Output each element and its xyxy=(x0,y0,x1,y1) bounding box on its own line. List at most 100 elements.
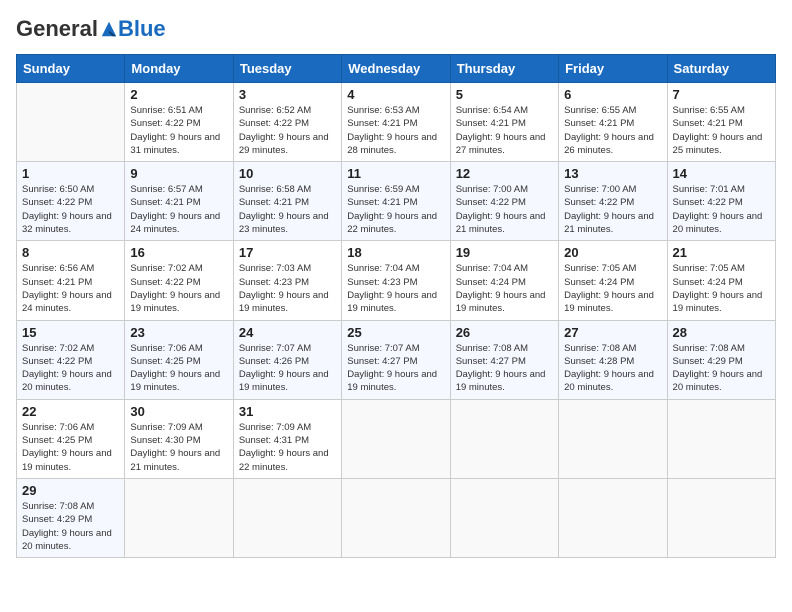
calendar-cell: 11 Sunrise: 6:59 AMSunset: 4:21 PMDayligh… xyxy=(342,162,450,241)
calendar-cell: 16 Sunrise: 7:02 AMSunset: 4:22 PMDayligh… xyxy=(125,241,233,320)
day-number: 30 xyxy=(130,404,227,419)
calendar-cell: 25 Sunrise: 7:07 AMSunset: 4:27 PMDayligh… xyxy=(342,320,450,399)
calendar-cell: 10Sunrise: 6:58 AMSunset: 4:21 PMDayligh… xyxy=(233,162,341,241)
calendar-cell: 7 Sunrise: 6:55 AMSunset: 4:21 PMDaylight… xyxy=(667,83,775,162)
day-info: Sunrise: 7:03 AMSunset: 4:23 PMDaylight:… xyxy=(239,262,336,315)
day-number: 12 xyxy=(456,166,553,181)
calendar-cell xyxy=(342,399,450,478)
day-number: 31 xyxy=(239,404,336,419)
calendar-cell: 15 Sunrise: 7:02 AMSunset: 4:22 PMDayligh… xyxy=(17,320,125,399)
day-info: Sunrise: 7:05 AMSunset: 4:24 PMDaylight:… xyxy=(673,262,770,315)
day-number: 19 xyxy=(456,245,553,260)
day-number: 10 xyxy=(239,166,336,181)
day-info: Sunrise: 6:52 AMSunset: 4:22 PMDaylight:… xyxy=(239,104,336,157)
day-number: 29 xyxy=(22,483,119,498)
calendar-cell: 30 Sunrise: 7:09 AMSunset: 4:30 PMDayligh… xyxy=(125,399,233,478)
day-info: Sunrise: 6:59 AMSunset: 4:21 PMDaylight:… xyxy=(347,183,444,236)
day-info: Sunrise: 6:56 AMSunset: 4:21 PMDaylight:… xyxy=(22,262,119,315)
weekday-header: Sunday xyxy=(17,55,125,83)
calendar-cell xyxy=(125,478,233,557)
weekday-header: Monday xyxy=(125,55,233,83)
calendar-cell: 18 Sunrise: 7:04 AMSunset: 4:23 PMDayligh… xyxy=(342,241,450,320)
calendar-cell: 20Sunrise: 7:05 AMSunset: 4:24 PMDayligh… xyxy=(559,241,667,320)
day-info: Sunrise: 7:04 AMSunset: 4:24 PMDaylight:… xyxy=(456,262,553,315)
calendar-cell: 19 Sunrise: 7:04 AMSunset: 4:24 PMDayligh… xyxy=(450,241,558,320)
logo-icon xyxy=(100,20,118,38)
calendar-cell xyxy=(667,478,775,557)
weekday-header: Wednesday xyxy=(342,55,450,83)
weekday-header: Saturday xyxy=(667,55,775,83)
calendar-cell: 4 Sunrise: 6:53 AMSunset: 4:21 PMDaylight… xyxy=(342,83,450,162)
calendar-cell: 21 Sunrise: 7:05 AMSunset: 4:24 PMDayligh… xyxy=(667,241,775,320)
logo: General Blue xyxy=(16,16,166,42)
day-info: Sunrise: 7:07 AMSunset: 4:26 PMDaylight:… xyxy=(239,342,336,395)
day-number: 11 xyxy=(347,166,444,181)
calendar-week-row: 1Sunrise: 6:50 AMSunset: 4:22 PMDaylight… xyxy=(17,162,776,241)
day-number: 15 xyxy=(22,325,119,340)
calendar-week-row: 22Sunrise: 7:06 AMSunset: 4:25 PMDayligh… xyxy=(17,399,776,478)
day-info: Sunrise: 7:02 AMSunset: 4:22 PMDaylight:… xyxy=(22,342,119,395)
day-info: Sunrise: 6:54 AMSunset: 4:21 PMDaylight:… xyxy=(456,104,553,157)
day-number: 22 xyxy=(22,404,119,419)
calendar-week-row: 15 Sunrise: 7:02 AMSunset: 4:22 PMDayligh… xyxy=(17,320,776,399)
logo-blue: Blue xyxy=(118,16,166,42)
day-info: Sunrise: 6:53 AMSunset: 4:21 PMDaylight:… xyxy=(347,104,444,157)
day-number: 28 xyxy=(673,325,770,340)
day-info: Sunrise: 7:02 AMSunset: 4:22 PMDaylight:… xyxy=(130,262,227,315)
weekday-header: Friday xyxy=(559,55,667,83)
calendar-cell: 1Sunrise: 6:50 AMSunset: 4:22 PMDaylight… xyxy=(17,162,125,241)
day-info: Sunrise: 7:09 AMSunset: 4:30 PMDaylight:… xyxy=(130,421,227,474)
page-header: General Blue xyxy=(16,16,776,42)
calendar-cell xyxy=(342,478,450,557)
day-number: 21 xyxy=(673,245,770,260)
day-number: 13 xyxy=(564,166,661,181)
calendar-cell xyxy=(667,399,775,478)
calendar-cell xyxy=(233,478,341,557)
day-number: 6 xyxy=(564,87,661,102)
calendar-cell: 13Sunrise: 7:00 AMSunset: 4:22 PMDayligh… xyxy=(559,162,667,241)
calendar-cell: 8 Sunrise: 6:56 AMSunset: 4:21 PMDaylight… xyxy=(17,241,125,320)
day-number: 7 xyxy=(673,87,770,102)
calendar-cell: 24Sunrise: 7:07 AMSunset: 4:26 PMDayligh… xyxy=(233,320,341,399)
day-number: 16 xyxy=(130,245,227,260)
day-number: 23 xyxy=(130,325,227,340)
calendar-cell xyxy=(450,399,558,478)
day-number: 14 xyxy=(673,166,770,181)
day-number: 2 xyxy=(130,87,227,102)
calendar-week-row: 8 Sunrise: 6:56 AMSunset: 4:21 PMDaylight… xyxy=(17,241,776,320)
calendar-cell: 17 Sunrise: 7:03 AMSunset: 4:23 PMDayligh… xyxy=(233,241,341,320)
day-number: 4 xyxy=(347,87,444,102)
logo-general: General xyxy=(16,16,98,42)
calendar-cell: 22Sunrise: 7:06 AMSunset: 4:25 PMDayligh… xyxy=(17,399,125,478)
day-info: Sunrise: 7:08 AMSunset: 4:27 PMDaylight:… xyxy=(456,342,553,395)
day-info: Sunrise: 6:55 AMSunset: 4:21 PMDaylight:… xyxy=(673,104,770,157)
calendar-cell: 29 Sunrise: 7:08 AMSunset: 4:29 PMDayligh… xyxy=(17,478,125,557)
day-info: Sunrise: 7:08 AMSunset: 4:29 PMDaylight:… xyxy=(22,500,119,553)
day-info: Sunrise: 7:06 AMSunset: 4:25 PMDaylight:… xyxy=(130,342,227,395)
calendar-cell xyxy=(450,478,558,557)
day-number: 26 xyxy=(456,325,553,340)
calendar-cell: 26 Sunrise: 7:08 AMSunset: 4:27 PMDayligh… xyxy=(450,320,558,399)
calendar-cell: 28 Sunrise: 7:08 AMSunset: 4:29 PMDayligh… xyxy=(667,320,775,399)
day-info: Sunrise: 7:01 AMSunset: 4:22 PMDaylight:… xyxy=(673,183,770,236)
calendar-cell xyxy=(17,83,125,162)
calendar-cell xyxy=(559,399,667,478)
weekday-header: Thursday xyxy=(450,55,558,83)
day-info: Sunrise: 7:08 AMSunset: 4:29 PMDaylight:… xyxy=(673,342,770,395)
day-info: Sunrise: 7:04 AMSunset: 4:23 PMDaylight:… xyxy=(347,262,444,315)
day-number: 25 xyxy=(347,325,444,340)
day-number: 18 xyxy=(347,245,444,260)
day-info: Sunrise: 6:51 AMSunset: 4:22 PMDaylight:… xyxy=(130,104,227,157)
calendar-cell xyxy=(559,478,667,557)
day-info: Sunrise: 6:50 AMSunset: 4:22 PMDaylight:… xyxy=(22,183,119,236)
calendar-cell: 31 Sunrise: 7:09 AMSunset: 4:31 PMDayligh… xyxy=(233,399,341,478)
day-info: Sunrise: 7:09 AMSunset: 4:31 PMDaylight:… xyxy=(239,421,336,474)
calendar-cell: 2 Sunrise: 6:51 AMSunset: 4:22 PMDaylight… xyxy=(125,83,233,162)
weekday-header: Tuesday xyxy=(233,55,341,83)
day-number: 17 xyxy=(239,245,336,260)
calendar-cell: 9Sunrise: 6:57 AMSunset: 4:21 PMDaylight… xyxy=(125,162,233,241)
day-info: Sunrise: 7:07 AMSunset: 4:27 PMDaylight:… xyxy=(347,342,444,395)
day-number: 8 xyxy=(22,245,119,260)
calendar-header-row: SundayMondayTuesdayWednesdayThursdayFrid… xyxy=(17,55,776,83)
day-info: Sunrise: 6:55 AMSunset: 4:21 PMDaylight:… xyxy=(564,104,661,157)
